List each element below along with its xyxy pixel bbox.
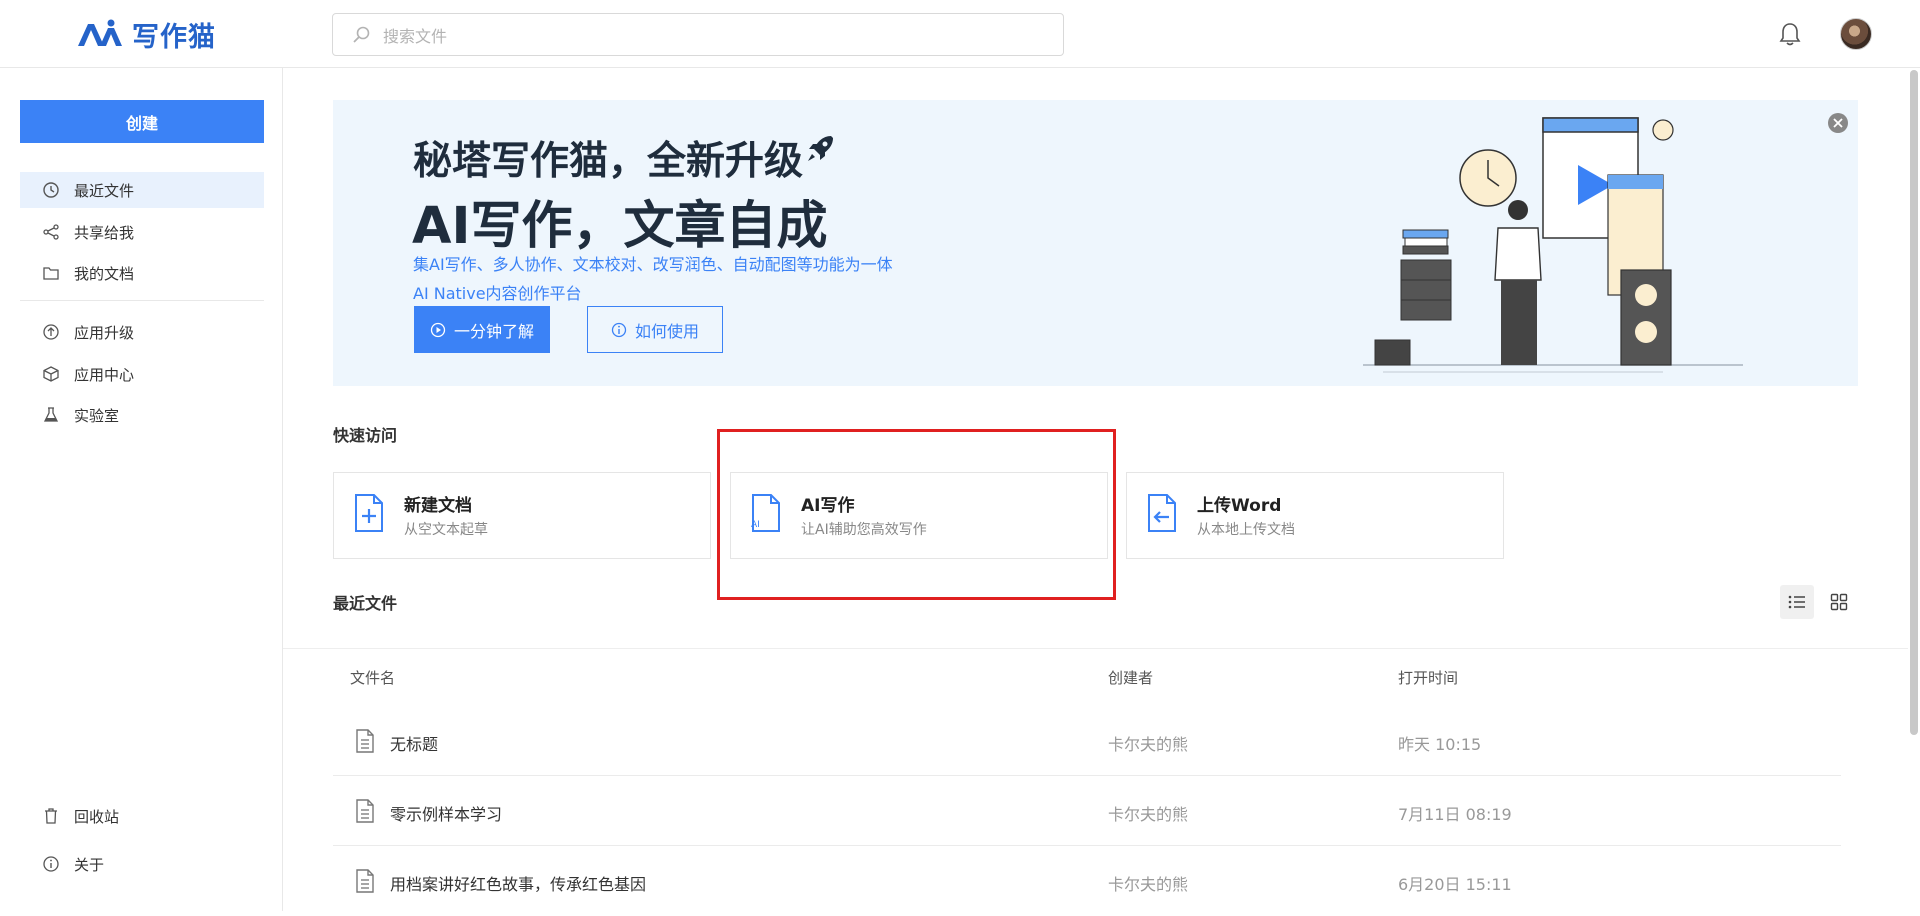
search-placeholder: 搜索文件 (383, 26, 448, 46)
sidebar-item-my-docs[interactable]: 我的文档 (20, 255, 264, 291)
file-name: 零示例样本学习 (390, 805, 503, 824)
highlight-box (717, 429, 1116, 600)
grid-view-toggle[interactable] (1822, 585, 1856, 619)
sidebar-item-upgrade[interactable]: 应用升级 (20, 314, 264, 350)
table-row[interactable]: 零示例样本学习 卡尔夫的熊 7月11日 08:19 (333, 776, 1841, 846)
card-title: 上传Word (1197, 496, 1282, 516)
document-icon (356, 869, 374, 893)
info-icon (611, 322, 627, 337)
search-icon (353, 26, 370, 43)
sidebar-item-about[interactable]: 关于 (20, 846, 264, 882)
learn-in-one-minute-button[interactable]: 一分钟了解 (414, 306, 550, 353)
sidebar-item-label: 回收站 (74, 807, 120, 826)
file-name: 用档案讲好红色故事，传承红色基因 (390, 875, 647, 894)
card-title: 新建文档 (404, 496, 472, 516)
sidebar-item-label: 应用升级 (74, 323, 135, 342)
info-icon (43, 856, 59, 872)
list-view-icon (1788, 595, 1805, 609)
avatar[interactable] (1840, 18, 1872, 50)
flask-icon (43, 407, 59, 422)
grid-view-icon (1830, 593, 1848, 611)
sidebar-item-shared[interactable]: 共享给我 (20, 214, 264, 250)
banner-subtitle: 集AI写作、多人协作、文本校对、改写润色、自动配图等功能为一体 (413, 255, 893, 274)
button-label: 如何使用 (634, 321, 699, 341)
file-creator: 卡尔夫的熊 (1108, 805, 1189, 824)
share-icon (43, 224, 59, 240)
sidebar-item-trash[interactable]: 回收站 (20, 798, 264, 834)
column-header-time[interactable]: 打开时间 (1398, 667, 1458, 688)
list-view-toggle[interactable] (1780, 585, 1814, 619)
file-creator: 卡尔夫的熊 (1108, 735, 1189, 754)
how-to-use-button[interactable]: 如何使用 (587, 306, 723, 353)
file-open-time: 7月11日 08:19 (1398, 805, 1512, 824)
promo-banner: 秘塔写作猫，全新升级 AI写作，文章自成 集AI写作、多人协作、文本校对、改写润… (333, 100, 1858, 386)
sidebar-item-label: 实验室 (74, 406, 120, 425)
folder-icon (43, 267, 59, 280)
file-name: 无标题 (390, 735, 439, 754)
card-description: 从空文本起草 (404, 522, 488, 538)
clock-icon (43, 182, 59, 198)
top-bar: 写作猫 搜索文件 (0, 0, 1920, 68)
column-header-creator[interactable]: 创建者 (1108, 667, 1153, 688)
sidebar-item-recent[interactable]: 最近文件 (20, 172, 264, 208)
create-button[interactable]: 创建 (20, 100, 264, 143)
card-description: 从本地上传文档 (1197, 522, 1295, 538)
sidebar-item-app-center[interactable]: 应用中心 (20, 356, 264, 392)
button-label: 一分钟了解 (453, 321, 534, 341)
file-open-time: 6月20日 15:11 (1398, 875, 1512, 894)
document-icon (356, 729, 374, 753)
quick-card-upload-word[interactable]: 上传Word 从本地上传文档 (1126, 472, 1504, 559)
trash-icon (45, 808, 57, 824)
upgrade-icon (43, 324, 59, 340)
table-row[interactable]: 用档案讲好红色故事，传承红色基因 卡尔夫的熊 6月20日 15:11 (333, 846, 1841, 916)
banner-title: 秘塔写作猫，全新升级 (413, 139, 804, 184)
banner-illustration (1363, 117, 1743, 373)
logo-mark-icon (78, 19, 122, 46)
search-input[interactable]: 搜索文件 (332, 13, 1064, 56)
play-circle-icon (430, 322, 446, 337)
sidebar-divider (20, 300, 264, 301)
sidebar-item-label: 我的文档 (74, 264, 135, 283)
new-doc-icon (355, 494, 383, 532)
quick-card-new-doc[interactable]: 新建文档 从空文本起草 (333, 472, 711, 559)
sidebar-item-label: 共享给我 (74, 223, 135, 242)
sidebar-item-lab[interactable]: 实验室 (20, 397, 264, 433)
logo-text: 写作猫 (132, 21, 216, 53)
rocket-icon (808, 136, 833, 161)
quick-access-title: 快速访问 (333, 426, 398, 445)
sidebar-item-label: 关于 (74, 855, 105, 874)
banner-headline: AI写作，文章自成 (412, 197, 828, 256)
cube-icon (43, 366, 59, 382)
sidebar-item-label: 最近文件 (74, 181, 135, 200)
recent-files-title: 最近文件 (333, 594, 398, 613)
sidebar: 创建 最近文件 共享给我 我的文档 应用升级 应用中心 实验室 回收站 关于 (0, 68, 283, 911)
bell-icon[interactable] (1776, 20, 1804, 48)
column-header-name[interactable]: 文件名 (350, 667, 395, 688)
app-logo[interactable]: 写作猫 (76, 14, 216, 54)
close-icon[interactable] (1827, 112, 1849, 134)
sidebar-item-label: 应用中心 (74, 365, 135, 384)
table-divider (283, 648, 1908, 649)
file-open-time: 昨天 10:15 (1398, 735, 1482, 754)
table-row[interactable]: 无标题 卡尔夫的熊 昨天 10:15 (333, 706, 1841, 776)
vertical-scrollbar[interactable] (1910, 70, 1918, 735)
banner-subtitle-2: AI Native内容创作平台 (413, 284, 582, 303)
document-icon (356, 799, 374, 823)
file-creator: 卡尔夫的熊 (1108, 875, 1189, 894)
upload-doc-icon (1148, 494, 1176, 532)
